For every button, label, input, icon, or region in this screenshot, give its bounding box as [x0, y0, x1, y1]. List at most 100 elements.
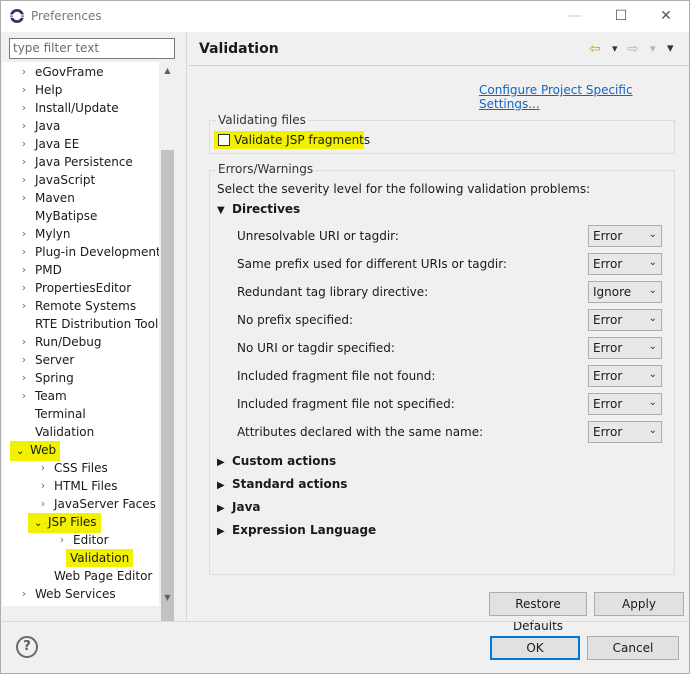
tree-item-propertieseditor[interactable]: › PropertiesEditor — [22, 279, 133, 297]
tree-item-team[interactable]: › Team — [22, 387, 69, 405]
tree-scrollbar[interactable]: ▲ ▼ — [159, 62, 176, 622]
back-menu-icon[interactable]: ▾ — [612, 39, 618, 59]
collapsed-triangle-icon[interactable]: ▶ — [217, 526, 232, 537]
tree-item-mybatipse[interactable]: MyBatipse — [33, 207, 99, 225]
chevron-down-icon: ⌄ — [648, 257, 657, 268]
tree-item-terminal[interactable]: Terminal — [33, 405, 88, 423]
back-arrow-icon[interactable]: ⇦ — [589, 39, 601, 59]
tree-item-editor[interactable]: › Editor — [60, 531, 111, 549]
chevron-right-icon[interactable]: › — [19, 261, 29, 279]
tree-item-web-page-editor[interactable]: Web Page Editor — [52, 567, 154, 585]
severity-select[interactable]: Ignore ⌄ — [588, 281, 662, 303]
tree-item-css-files[interactable]: › CSS Files — [41, 459, 110, 477]
ok-button[interactable]: OK — [490, 636, 580, 660]
validate-jsp-fragments-checkbox[interactable] — [218, 134, 230, 146]
title-bar: Preferences — ☐ ✕ — [1, 1, 689, 32]
close-icon[interactable]: ✕ — [644, 1, 688, 32]
cancel-button[interactable]: Cancel — [587, 636, 679, 660]
chevron-right-icon[interactable]: › — [38, 495, 48, 513]
tree-item-remote-systems[interactable]: › Remote Systems — [22, 297, 138, 315]
page-title: Validation — [199, 41, 279, 57]
apply-button[interactable]: Apply — [594, 592, 684, 616]
chevron-down-icon: ⌄ — [648, 229, 657, 240]
collapsed-triangle-icon[interactable]: ▶ — [217, 503, 232, 514]
collapsed-triangle-icon[interactable]: ▶ — [217, 457, 232, 468]
chevron-right-icon[interactable]: › — [38, 477, 48, 495]
expression-language-section[interactable]: ▶ Expression Language — [217, 523, 376, 537]
chevron-right-icon[interactable]: › — [19, 243, 29, 261]
chevron-right-icon[interactable]: › — [19, 99, 29, 117]
chevron-right-icon[interactable]: › — [19, 135, 29, 153]
minimize-icon[interactable]: — — [553, 1, 597, 32]
tree-item-server[interactable]: › Server — [22, 351, 76, 369]
chevron-right-icon[interactable]: › — [19, 225, 29, 243]
chevron-right-icon[interactable]: › — [57, 531, 67, 549]
tree-item-install-update[interactable]: › Install/Update — [22, 99, 121, 117]
severity-select[interactable]: Error ⌄ — [588, 337, 662, 359]
restore-defaults-button[interactable]: Restore Defaults — [489, 592, 587, 633]
tree-item-help[interactable]: › Help — [22, 81, 64, 99]
tree-item-mylyn[interactable]: › Mylyn — [22, 225, 73, 243]
tree-item-java[interactable]: › Java — [22, 117, 62, 135]
validate-jsp-fragments-option[interactable]: Validate JSP fragments — [214, 131, 370, 149]
tree-item-jsp-validation[interactable]: Validation — [66, 549, 134, 567]
tree-item-web-services[interactable]: › Web Services — [22, 585, 118, 603]
help-icon[interactable]: ? — [16, 636, 38, 658]
configure-project-settings-link[interactable]: Configure Project Specific Settings... — [479, 83, 689, 111]
chevron-right-icon[interactable]: › — [19, 369, 29, 387]
chevron-right-icon[interactable]: › — [19, 333, 29, 351]
tree-item-rte-distribution-tool[interactable]: RTE Distribution Tool — [33, 315, 160, 333]
tree-item-javaserver-faces-tools[interactable]: › JavaServer Faces Tools — [41, 495, 176, 513]
custom-actions-section[interactable]: ▶ Custom actions — [217, 454, 336, 468]
maximize-icon[interactable]: ☐ — [599, 1, 643, 32]
tree-item-web[interactable]: ⌄ Web — [10, 441, 61, 461]
scroll-up-icon[interactable]: ▲ — [159, 62, 176, 79]
chevron-right-icon[interactable]: › — [19, 153, 29, 171]
chevron-right-icon[interactable]: › — [19, 585, 29, 603]
severity-select[interactable]: Error ⌄ — [588, 421, 662, 443]
chevron-right-icon[interactable]: › — [19, 351, 29, 369]
pane-divider[interactable] — [186, 32, 187, 622]
tree-item-run-debug[interactable]: › Run/Debug — [22, 333, 104, 351]
forward-arrow-icon[interactable]: ⇨ — [627, 39, 639, 59]
chevron-right-icon[interactable]: › — [19, 117, 29, 135]
standard-actions-section[interactable]: ▶ Standard actions — [217, 477, 347, 491]
severity-select[interactable]: Error ⌄ — [588, 309, 662, 331]
chevron-down-icon[interactable]: ⌄ — [34, 515, 48, 533]
chevron-right-icon[interactable]: › — [38, 459, 48, 477]
scroll-down-icon[interactable]: ▼ — [159, 589, 176, 606]
view-menu-icon[interactable]: ▾ — [667, 39, 674, 59]
scrollbar-thumb[interactable] — [161, 150, 174, 622]
tree-item-html-files[interactable]: › HTML Files — [41, 477, 120, 495]
chevron-right-icon[interactable]: › — [19, 81, 29, 99]
expand-triangle-icon[interactable]: ▼ — [217, 205, 232, 216]
tree-item-spring[interactable]: › Spring — [22, 369, 76, 387]
forward-menu-icon[interactable]: ▾ — [650, 39, 656, 59]
severity-select[interactable]: Error ⌄ — [588, 365, 662, 387]
chevron-right-icon[interactable]: › — [19, 279, 29, 297]
severity-select[interactable]: Error ⌄ — [588, 253, 662, 275]
tree-item-java-persistence[interactable]: › Java Persistence — [22, 153, 135, 171]
tree-item-javascript[interactable]: › JavaScript — [22, 171, 97, 189]
chevron-right-icon[interactable]: › — [19, 63, 29, 81]
tree-item-egovframe[interactable]: › eGovFrame — [22, 63, 106, 81]
chevron-right-icon[interactable]: › — [19, 189, 29, 207]
tree-item-jsp-files[interactable]: ⌄ JSP Files — [28, 513, 101, 533]
chevron-down-icon: ⌄ — [648, 341, 657, 352]
tree-item-pmd[interactable]: › PMD — [22, 261, 64, 279]
filter-input[interactable]: type filter text — [9, 38, 175, 59]
collapsed-triangle-icon[interactable]: ▶ — [217, 480, 232, 491]
chevron-down-icon[interactable]: ⌄ — [16, 443, 30, 461]
tree-item-plug-in-development[interactable]: › Plug-in Development — [22, 243, 163, 261]
chevron-right-icon[interactable]: › — [19, 387, 29, 405]
java-section[interactable]: ▶ Java — [217, 500, 260, 514]
chevron-right-icon[interactable]: › — [19, 297, 29, 315]
tree-item-validation[interactable]: Validation — [33, 423, 96, 441]
directives-section[interactable]: ▼ Directives — [217, 202, 300, 216]
tree-item-maven[interactable]: › Maven — [22, 189, 77, 207]
chevron-down-icon: ⌄ — [648, 369, 657, 380]
severity-select[interactable]: Error ⌄ — [588, 393, 662, 415]
chevron-right-icon[interactable]: › — [19, 171, 29, 189]
tree-item-java-ee[interactable]: › Java EE — [22, 135, 81, 153]
severity-select[interactable]: Error ⌄ — [588, 225, 662, 247]
